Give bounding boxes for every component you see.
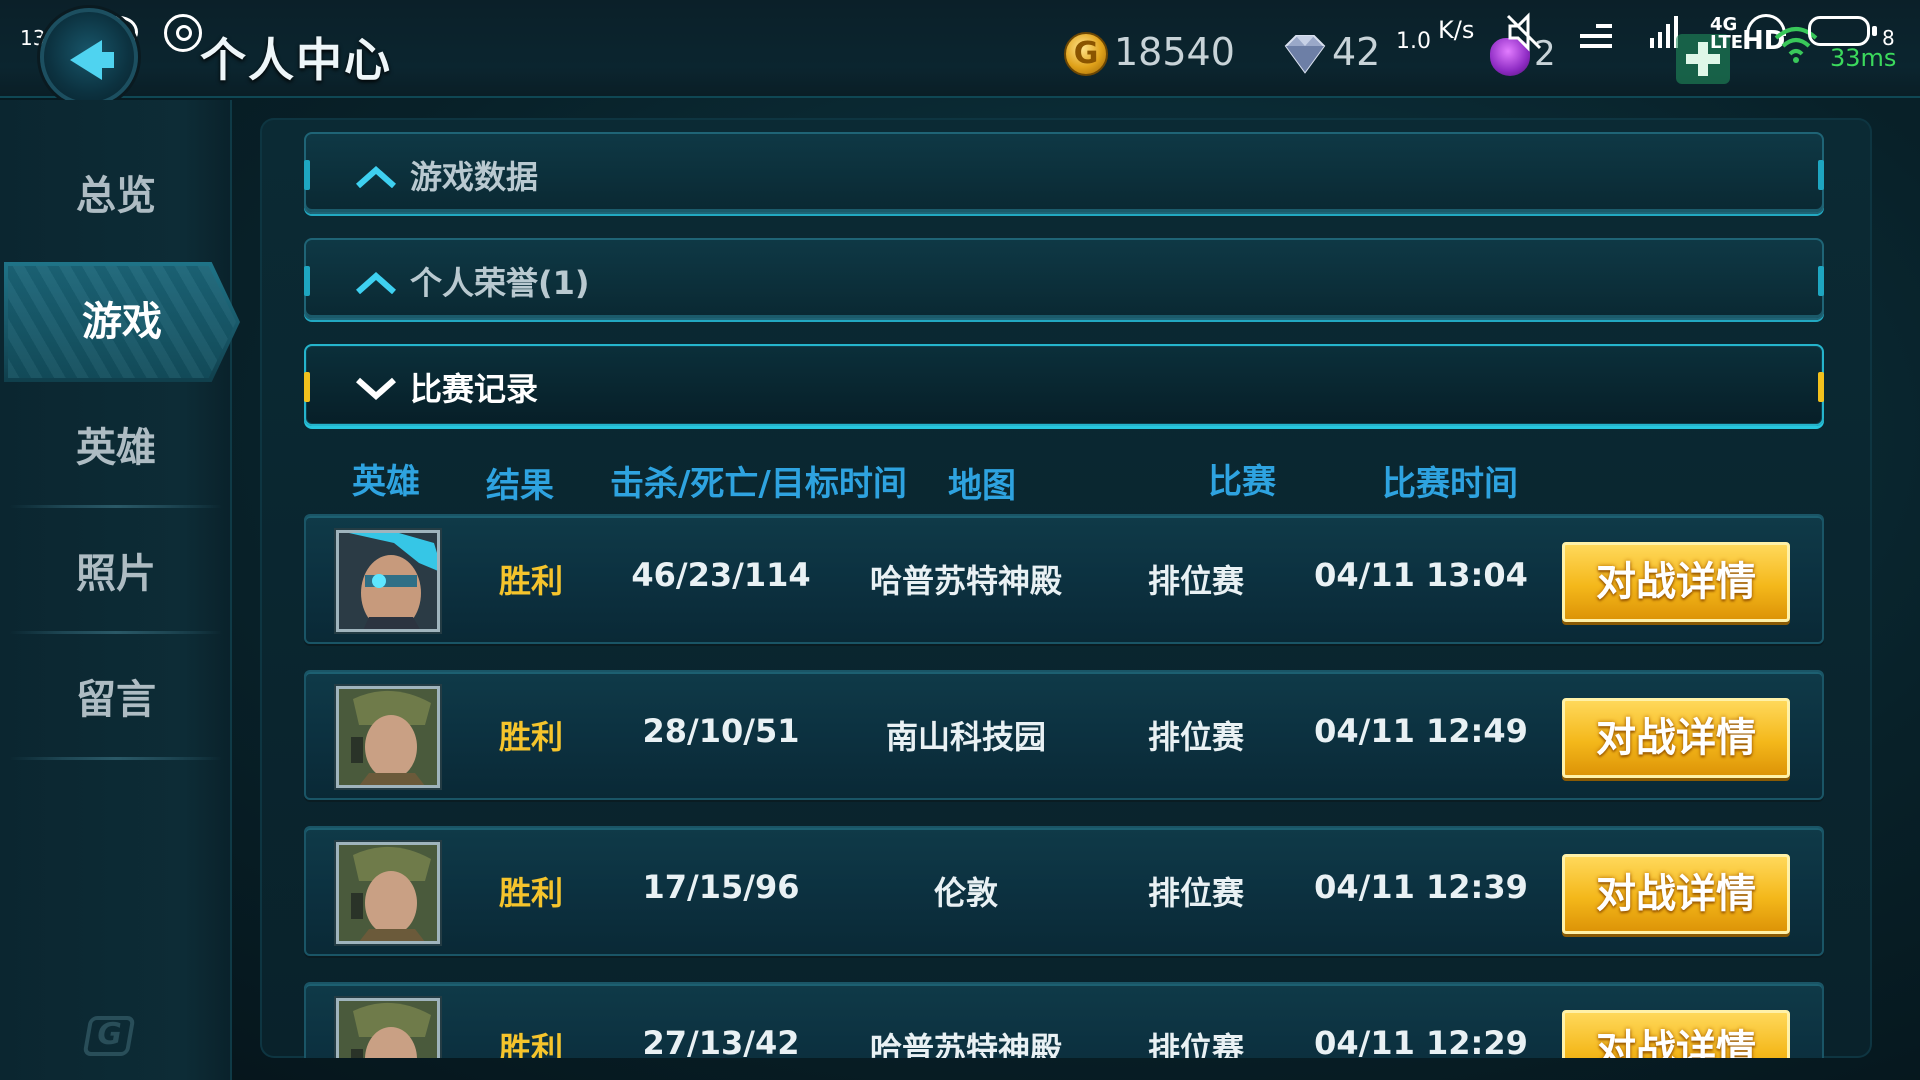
sidebar-item-label: 英雄 <box>76 425 156 471</box>
section-personal-honors[interactable]: 个人荣誉(1) <box>304 238 1824 320</box>
section-title: 游戏数据 <box>410 158 539 196</box>
match-row: 胜利 27/13/42 哈普苏特神殿 排位赛 04/11 12:29 对战详情 <box>304 982 1824 1058</box>
column-header-result: 结果 <box>486 466 554 506</box>
network-speed-unit: K/s <box>1438 16 1475 44</box>
match-result: 胜利 <box>498 562 563 600</box>
sidebar: 总览 游戏 英雄 照片 留言 G <box>0 100 240 1080</box>
match-row: 胜利 46/23/114 哈普苏特神殿 排位赛 04/11 13:04 对战详情 <box>304 514 1824 644</box>
profile-notification-icon <box>164 14 202 52</box>
sidebar-item-game[interactable]: 游戏 <box>4 262 240 382</box>
sidebar-divider <box>10 757 222 760</box>
match-map: 南山科技园 <box>885 718 1046 756</box>
match-result: 胜利 <box>498 1030 563 1058</box>
section-game-data[interactable]: 游戏数据 <box>304 132 1824 214</box>
sidebar-item-label: 留言 <box>76 677 156 723</box>
sidebar-item-label: 总览 <box>76 173 156 219</box>
column-header-hero: 英雄 <box>352 462 420 502</box>
sidebar-item-label: 照片 <box>76 551 156 597</box>
match-mode: 排位赛 <box>1147 718 1244 756</box>
match-time: 04/11 12:49 <box>1314 712 1528 750</box>
network-speed: 1.0 K/s <box>1396 16 1474 54</box>
diamond-icon <box>1284 35 1326 74</box>
hero-avatar <box>336 686 440 788</box>
sidebar-item-photos[interactable]: 照片 <box>0 514 232 634</box>
match-mode: 排位赛 <box>1147 874 1244 912</box>
sidebar-item-heroes[interactable]: 英雄 <box>0 388 232 508</box>
column-header-mode: 比赛 <box>1208 462 1276 502</box>
match-row: 胜利 28/10/51 南山科技园 排位赛 04/11 12:49 对战详情 <box>304 670 1824 800</box>
gold-amount: 18540 <box>1114 30 1235 74</box>
ping-label: 33ms <box>1830 44 1897 72</box>
section-match-records[interactable]: 比赛记录 <box>304 344 1824 426</box>
sidebar-item-label: 游戏 <box>82 299 162 345</box>
section-title: 比赛记录 <box>410 370 539 408</box>
back-arrow-stem <box>92 52 114 68</box>
hero-avatar <box>336 842 440 944</box>
match-mode: 排位赛 <box>1147 562 1244 600</box>
main-panel: 游戏数据 个人荣誉(1) 比赛记录 英雄 结果 击杀/死亡/目标时间 地图 比赛… <box>260 118 1872 1058</box>
chevron-up-icon <box>356 165 396 188</box>
game-logo-icon: G <box>82 1016 136 1056</box>
gold-coin-icon: G <box>1064 32 1108 76</box>
mute-icon <box>1506 12 1542 52</box>
back-button[interactable] <box>40 8 138 106</box>
section-title: 个人荣誉(1) <box>410 264 590 302</box>
match-kda: 28/10/51 <box>642 712 800 750</box>
diamond-amount: 42 <box>1332 30 1381 74</box>
chevron-down-icon <box>356 377 396 400</box>
match-time: 04/11 12:39 <box>1314 868 1528 906</box>
column-header-kda: 击杀/死亡/目标时间 <box>610 464 907 504</box>
column-header-time: 比赛时间 <box>1382 464 1518 504</box>
match-map: 哈普苏特神殿 <box>869 562 1062 600</box>
app-screen: 13:17 个人中心 G 18540 42 1.0 K/s 2 <box>0 0 1920 1080</box>
match-kda: 27/13/42 <box>642 1024 800 1058</box>
top-bar: 13:17 个人中心 G 18540 42 1.0 K/s 2 <box>0 0 1920 106</box>
hero-avatar <box>336 530 440 632</box>
match-map: 伦敦 <box>933 874 998 912</box>
match-row: 胜利 17/15/96 伦敦 排位赛 04/11 12:39 对战详情 <box>304 826 1824 956</box>
match-result: 胜利 <box>498 718 563 756</box>
match-time: 04/11 12:29 <box>1314 1024 1528 1058</box>
page-title: 个人中心 <box>200 33 392 87</box>
sidebar-item-messages[interactable]: 留言 <box>0 640 232 760</box>
chevron-up-icon <box>356 271 396 294</box>
battery-icon <box>1808 16 1877 46</box>
match-map: 哈普苏特神殿 <box>869 1030 1062 1058</box>
match-details-button[interactable]: 对战详情 <box>1562 542 1790 622</box>
sidebar-item-overview[interactable]: 总览 <box>0 136 232 256</box>
match-details-button[interactable]: 对战详情 <box>1562 698 1790 778</box>
network-speed-value: 1.0 <box>1396 29 1431 54</box>
sidebar-divider <box>10 505 222 508</box>
match-details-button[interactable]: 对战详情 <box>1562 1010 1790 1058</box>
menu-icon[interactable] <box>1580 24 1612 50</box>
match-result: 胜利 <box>498 874 563 912</box>
match-details-button[interactable]: 对战详情 <box>1562 854 1790 934</box>
hero-avatar <box>336 998 440 1058</box>
match-time: 04/11 13:04 <box>1314 556 1528 594</box>
network-type-label: 4G LTE <box>1710 14 1744 53</box>
match-mode: 排位赛 <box>1147 1030 1244 1058</box>
match-kda: 46/23/114 <box>631 556 811 594</box>
column-header-map: 地图 <box>948 466 1016 506</box>
match-kda: 17/15/96 <box>642 868 800 906</box>
sidebar-divider <box>10 631 222 634</box>
